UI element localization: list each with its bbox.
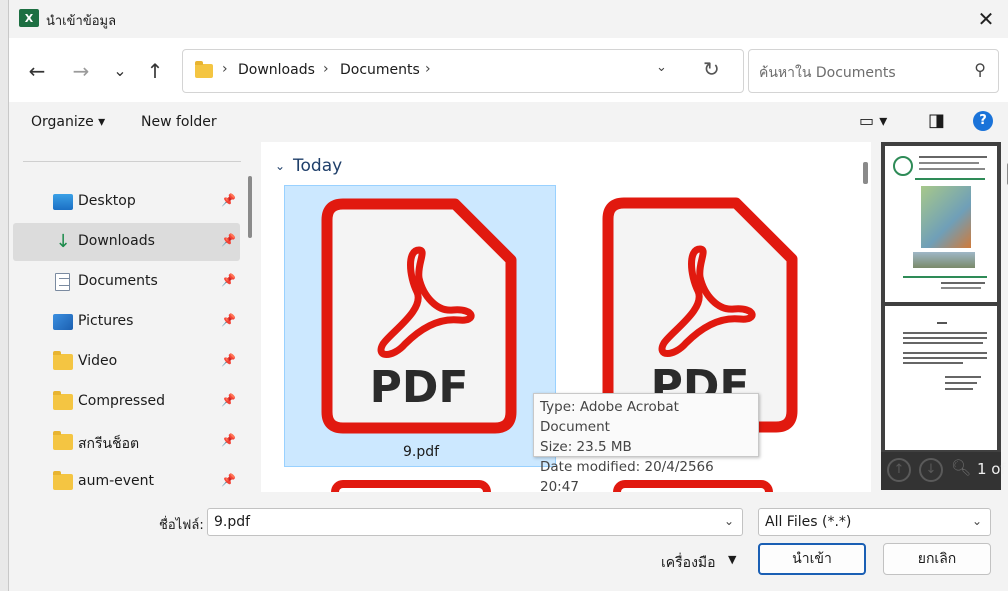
sidebar-item-aum-event[interactable]: aum-event 📌 bbox=[13, 463, 240, 492]
sidebar-item-documents[interactable]: Documents 📌 bbox=[13, 263, 240, 301]
excel-app-icon: X bbox=[19, 9, 39, 27]
file-list-scrollbar[interactable] bbox=[863, 162, 868, 184]
tooltip-type: Type: Adobe Acrobat Document bbox=[540, 399, 679, 435]
dialog-footer: ชื่อไฟล์: 9.pdf ⌄ All Files (*.*) ⌄ เครื… bbox=[9, 492, 1008, 591]
pin-icon: 📌 bbox=[221, 393, 236, 407]
sidebar-item-pictures[interactable]: Pictures 📌 bbox=[13, 303, 240, 341]
sidebar-item-label: Downloads bbox=[78, 233, 155, 249]
open-button[interactable]: นำเข้า bbox=[758, 543, 866, 575]
preview-page-1 bbox=[885, 146, 997, 302]
address-bar[interactable]: › Downloads › Documents › ⌄ ↻ bbox=[182, 49, 744, 93]
pdf-file-icon: PDF bbox=[321, 198, 517, 434]
pdf-file-icon[interactable] bbox=[331, 480, 491, 492]
sidebar-item-desktop[interactable]: Desktop 📌 bbox=[13, 183, 240, 221]
navigation-pane: Desktop 📌 ↓ Downloads 📌 Documents 📌 Pict… bbox=[9, 142, 249, 492]
preview-pane: ↑ ↓ 🔍︎ 1 of bbox=[881, 142, 1006, 490]
breadcrumb-separator[interactable]: › bbox=[425, 61, 431, 77]
collapse-chevron-icon[interactable]: ⌄ bbox=[275, 159, 285, 173]
forward-button[interactable]: → bbox=[67, 57, 95, 85]
filename-label: ชื่อไฟล์: bbox=[159, 518, 204, 533]
folder-icon bbox=[53, 471, 73, 490]
sidebar-item-label: Desktop bbox=[78, 193, 136, 209]
tooltip-modified: Date modified: 20/4/2566 20:47 bbox=[540, 459, 714, 495]
preview-pane-icon[interactable]: ◨ bbox=[928, 110, 945, 131]
map-image bbox=[921, 186, 971, 248]
file-open-dialog: X นำเข้าข้อมูล ✕ ← → ⌄ ↑ › Downloads › D… bbox=[8, 0, 1008, 591]
pin-icon: 📌 bbox=[221, 193, 236, 207]
find-in-page-icon[interactable]: 🔍︎ bbox=[951, 458, 973, 482]
sidebar-item-label: สกรีนช็อต bbox=[78, 436, 140, 452]
cancel-button[interactable]: ยกเลิก bbox=[883, 543, 991, 575]
pin-icon: 📌 bbox=[221, 273, 236, 287]
breadcrumb-downloads[interactable]: Downloads bbox=[238, 62, 315, 78]
sidebar-item-video[interactable]: Video 📌 bbox=[13, 343, 240, 381]
next-page-icon[interactable]: ↓ bbox=[919, 458, 943, 482]
tools-dropdown-icon[interactable]: ▼ bbox=[728, 553, 736, 566]
sidebar-item-compressed[interactable]: Compressed 📌 bbox=[13, 383, 240, 421]
pictures-icon bbox=[53, 314, 73, 330]
breadcrumb-separator: › bbox=[323, 61, 329, 77]
file-item[interactable]: PDF 9.pdf bbox=[284, 185, 556, 467]
file-name: 9.pdf bbox=[402, 444, 440, 460]
page-indicator: 1 of bbox=[977, 460, 1006, 478]
window-title: นำเข้าข้อมูล bbox=[46, 14, 117, 29]
search-box[interactable]: ค้นหาใน Documents ⚲ bbox=[748, 49, 999, 93]
filename-input[interactable]: 9.pdf bbox=[214, 514, 250, 530]
breadcrumb-separator: › bbox=[222, 61, 228, 77]
search-input[interactable]: ค้นหาใน Documents bbox=[759, 62, 896, 84]
back-button[interactable]: ← bbox=[23, 57, 51, 85]
seal-icon bbox=[893, 156, 913, 176]
title-bar: X นำเข้าข้อมูล ✕ bbox=[9, 0, 1008, 38]
sidebar-item-label: aum-event bbox=[78, 473, 155, 489]
chevron-down-icon[interactable]: ⌄ bbox=[972, 514, 982, 528]
new-folder-button[interactable]: New folder bbox=[141, 114, 217, 130]
pin-icon: 📌 bbox=[221, 233, 236, 247]
sidebar-item-label: Pictures bbox=[78, 313, 134, 329]
background-window-edge bbox=[0, 0, 8, 591]
command-bar: Organize ▾ New folder ▭ ▾ ◨ ? bbox=[9, 102, 1008, 142]
up-button[interactable]: ↑ bbox=[141, 57, 169, 85]
group-header[interactable]: Today bbox=[293, 156, 342, 176]
sidebar-item-screenshots[interactable]: สกรีนช็อต 📌 bbox=[13, 423, 240, 461]
photo-image bbox=[913, 252, 975, 268]
download-arrow-icon: ↓ bbox=[55, 231, 71, 252]
sidebar-item-label: Compressed bbox=[78, 393, 166, 409]
folder-icon bbox=[195, 61, 213, 78]
sidebar-scrollbar[interactable] bbox=[248, 176, 252, 238]
view-options-icon[interactable]: ▭ ▾ bbox=[859, 111, 887, 130]
navigation-bar: ← → ⌄ ↑ › Downloads › Documents › ⌄ ↻ ค้… bbox=[9, 38, 1008, 102]
tooltip-size: Size: 23.5 MB bbox=[540, 439, 632, 455]
folder-icon bbox=[53, 351, 73, 370]
address-history-chevron-icon[interactable]: ⌄ bbox=[656, 60, 667, 75]
tools-menu[interactable]: เครื่องมือ bbox=[661, 552, 716, 574]
filename-field[interactable]: 9.pdf ⌄ bbox=[207, 508, 743, 536]
pin-icon: 📌 bbox=[221, 433, 236, 447]
breadcrumb-documents[interactable]: Documents bbox=[340, 62, 420, 78]
close-button[interactable]: ✕ bbox=[973, 6, 999, 32]
chevron-down-icon[interactable]: ⌄ bbox=[724, 514, 734, 528]
sidebar-item-label: Documents bbox=[78, 273, 158, 289]
pin-icon: 📌 bbox=[221, 313, 236, 327]
organize-button[interactable]: Organize ▾ bbox=[31, 114, 105, 130]
document-icon bbox=[55, 273, 70, 291]
folder-icon bbox=[53, 431, 73, 450]
preview-page-2 bbox=[885, 306, 997, 450]
preview-toolbar: ↑ ↓ 🔍︎ 1 of bbox=[881, 452, 1006, 490]
previous-page-icon[interactable]: ↑ bbox=[887, 458, 911, 482]
divider bbox=[23, 161, 241, 162]
desktop-icon bbox=[53, 194, 73, 210]
refresh-icon[interactable]: ↻ bbox=[703, 57, 720, 81]
file-type-value: All Files (*.*) bbox=[765, 514, 852, 530]
file-info-tooltip: Type: Adobe Acrobat Document Size: 23.5 … bbox=[533, 393, 759, 495]
pin-icon: 📌 bbox=[221, 473, 236, 487]
sidebar-item-downloads[interactable]: ↓ Downloads 📌 bbox=[13, 223, 240, 261]
file-type-select[interactable]: All Files (*.*) ⌄ bbox=[758, 508, 991, 536]
pin-icon: 📌 bbox=[221, 353, 236, 367]
folder-icon bbox=[53, 391, 73, 410]
sidebar-item-label: Video bbox=[78, 353, 118, 369]
help-icon[interactable]: ? bbox=[973, 111, 993, 131]
recent-locations-button[interactable]: ⌄ bbox=[106, 57, 134, 85]
pdf-label: PDF bbox=[370, 362, 469, 413]
search-icon[interactable]: ⚲ bbox=[974, 60, 986, 79]
